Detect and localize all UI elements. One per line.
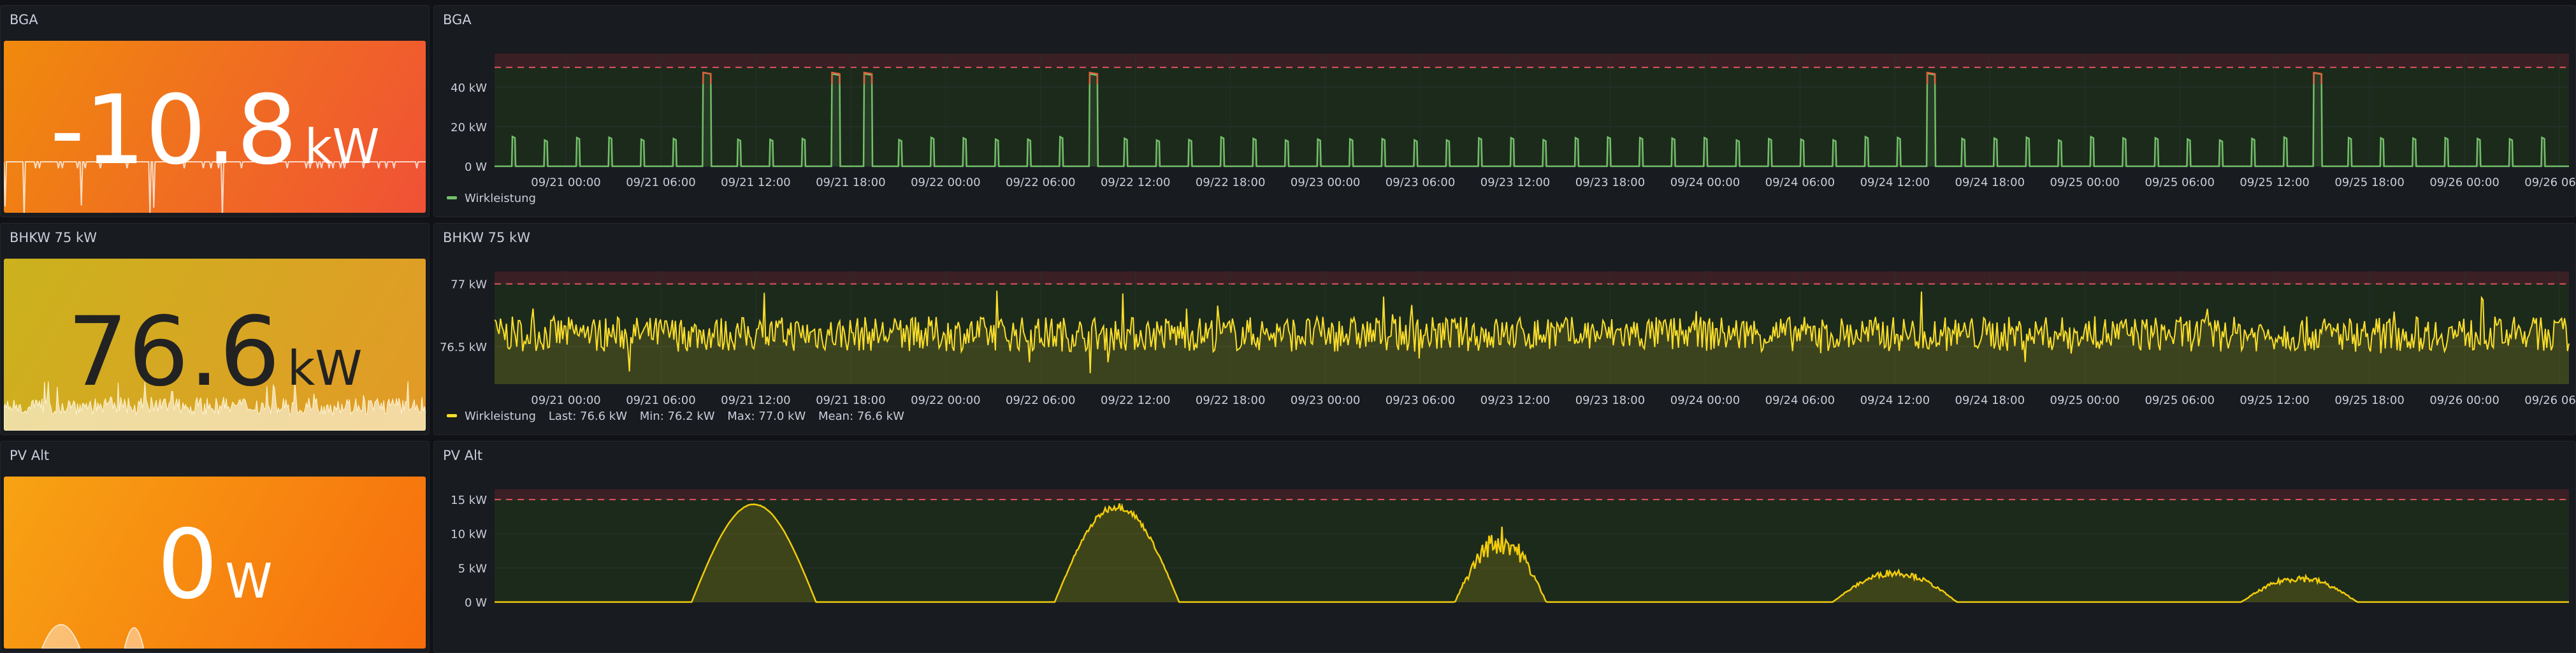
panel-title: BHKW 75 kW xyxy=(10,230,97,245)
pv-alt-stat-panel[interactable]: PV Alt 0W xyxy=(0,441,430,653)
threshold-band xyxy=(495,489,2569,500)
x-tick-label: 09/21 06:00 xyxy=(626,176,695,189)
x-tick-label: 09/21 12:00 xyxy=(721,394,790,407)
x-tick-label: 09/24 18:00 xyxy=(1955,176,2025,189)
x-tick-label: 09/25 18:00 xyxy=(2334,394,2404,407)
legend-mean: Mean: 76.6 kW xyxy=(818,410,904,423)
x-tick-label: 09/24 06:00 xyxy=(1765,176,1835,189)
x-tick-label: 09/23 12:00 xyxy=(1480,394,1550,407)
y-tick-label: 77 kW xyxy=(451,278,487,292)
stat-number: 0 xyxy=(157,510,218,621)
stat-unit: W xyxy=(225,553,273,609)
y-tick-label: 0 W xyxy=(465,596,487,610)
legend[interactable]: Wirkleistung xyxy=(447,192,536,205)
threshold-band xyxy=(495,54,2569,68)
x-tick-label: 09/23 06:00 xyxy=(1386,176,1455,189)
x-tick-label: 09/25 00:00 xyxy=(2050,176,2120,189)
legend-series-name[interactable]: Wirkleistung xyxy=(465,192,536,205)
x-tick-label: 09/24 12:00 xyxy=(1860,176,1930,189)
bhkw-stat-panel[interactable]: BHKW 75 kW 76.6 kW xyxy=(0,223,430,435)
pv-alt-timeseries-panel[interactable]: PV Alt 15 kW 10 kW 5 kW 0 W xyxy=(433,441,2576,653)
x-tick-label: 09/25 06:00 xyxy=(2145,176,2214,189)
stat-background: 0W xyxy=(4,477,426,649)
x-tick-label: 09/26 06:00 xyxy=(2524,176,2576,189)
stat-value: 0W xyxy=(4,517,426,613)
stat-number: -10.8 xyxy=(50,75,298,186)
stat-background: 76.6 kW xyxy=(4,259,426,431)
x-tick-label: 09/21 00:00 xyxy=(531,176,600,189)
x-tick-label: 09/22 00:00 xyxy=(911,394,980,407)
y-tick-label: 0 W xyxy=(465,161,487,174)
panel-title: BGA xyxy=(10,12,38,27)
x-tick-label: 09/22 00:00 xyxy=(911,176,980,189)
x-tick-label: 09/26 00:00 xyxy=(2429,176,2499,189)
timeseries-chart[interactable]: 40 kW 20 kW 0 W 09/21 00:00 09/21 06:00 09/21… xyxy=(434,6,2576,217)
x-tick-label: 09/25 06:00 xyxy=(2145,394,2214,407)
x-tick-label: 09/23 12:00 xyxy=(1480,176,1550,189)
x-tick-label: 09/23 18:00 xyxy=(1575,176,1645,189)
stat-background: -10.8 kW xyxy=(4,41,426,213)
panel-title: PV Alt xyxy=(10,448,50,463)
x-tick-label: 09/21 18:00 xyxy=(816,394,885,407)
y-tick-label: 40 kW xyxy=(451,82,487,95)
x-tick-label: 09/24 00:00 xyxy=(1670,176,1740,189)
legend-last: Last: 76.6 kW xyxy=(548,410,628,423)
stat-unit: kW xyxy=(287,340,363,396)
x-tick-label: 09/25 12:00 xyxy=(2240,176,2309,189)
bga-timeseries-panel[interactable]: BGA 40 kW 20 kW 0 W 09/21 00:00 09/21 06:00 0… xyxy=(433,5,2576,217)
legend-swatch xyxy=(447,196,457,199)
x-tick-label: 09/25 12:00 xyxy=(2240,394,2309,407)
x-tick-label: 09/22 18:00 xyxy=(1196,394,1265,407)
stat-number: 76.6 xyxy=(67,297,280,408)
x-tick-label: 09/23 06:00 xyxy=(1386,394,1455,407)
timeseries-chart[interactable]: 15 kW 10 kW 5 kW 0 W xyxy=(434,441,2576,653)
legend-swatch xyxy=(447,413,457,417)
y-tick-label: 15 kW xyxy=(451,494,487,507)
x-tick-label: 09/24 12:00 xyxy=(1860,394,1930,407)
x-tick-label: 09/25 18:00 xyxy=(2334,176,2404,189)
y-tick-label: 20 kW xyxy=(451,121,487,134)
x-tick-label: 09/24 18:00 xyxy=(1955,394,2025,407)
x-tick-label: 09/26 06:00 xyxy=(2524,394,2576,407)
threshold-band xyxy=(495,271,2569,284)
x-tick-label: 09/24 06:00 xyxy=(1765,394,1835,407)
x-tick-label: 09/25 00:00 xyxy=(2050,394,2120,407)
x-tick-label: 09/21 00:00 xyxy=(531,394,600,407)
y-tick-label: 76.5 kW xyxy=(440,341,487,354)
x-tick-label: 09/22 12:00 xyxy=(1101,176,1170,189)
legend-max: Max: 77.0 kW xyxy=(727,410,806,423)
y-tick-label: 10 kW xyxy=(451,528,487,542)
legend-series-name[interactable]: Wirkleistung xyxy=(465,410,536,423)
x-tick-label: 09/24 00:00 xyxy=(1670,394,1740,407)
sparkline-area xyxy=(41,624,145,649)
bga-stat-panel[interactable]: BGA -10.8 kW xyxy=(0,5,430,217)
x-tick-label: 09/23 00:00 xyxy=(1291,176,1360,189)
legend[interactable]: Wirkleistung Last: 76.6 kW Min: 76.2 kW … xyxy=(447,410,904,423)
x-tick-label: 09/22 18:00 xyxy=(1196,176,1265,189)
y-tick-label: 5 kW xyxy=(458,562,488,575)
stat-value: 76.6 kW xyxy=(4,305,426,400)
x-tick-label: 09/21 06:00 xyxy=(626,394,695,407)
x-tick-label: 09/21 12:00 xyxy=(721,176,790,189)
x-tick-label: 09/22 12:00 xyxy=(1101,394,1170,407)
x-tick-label: 09/26 00:00 xyxy=(2429,394,2499,407)
x-tick-label: 09/22 06:00 xyxy=(1006,394,1075,407)
bhkw-timeseries-panel[interactable]: BHKW 75 kW 77 kW 76.5 kW 09/21 00:00 09/21 … xyxy=(433,223,2576,435)
x-tick-label: 09/23 18:00 xyxy=(1575,394,1645,407)
legend-min: Min: 76.2 kW xyxy=(639,410,715,423)
stat-value: -10.8 kW xyxy=(4,83,426,178)
x-tick-label: 09/21 18:00 xyxy=(816,176,885,189)
x-tick-label: 09/23 00:00 xyxy=(1291,394,1360,407)
timeseries-chart[interactable]: 77 kW 76.5 kW 09/21 00:00 09/21 06:00 09/21 … xyxy=(434,224,2576,435)
stat-unit: kW xyxy=(304,118,380,175)
x-tick-label: 09/22 06:00 xyxy=(1006,176,1075,189)
